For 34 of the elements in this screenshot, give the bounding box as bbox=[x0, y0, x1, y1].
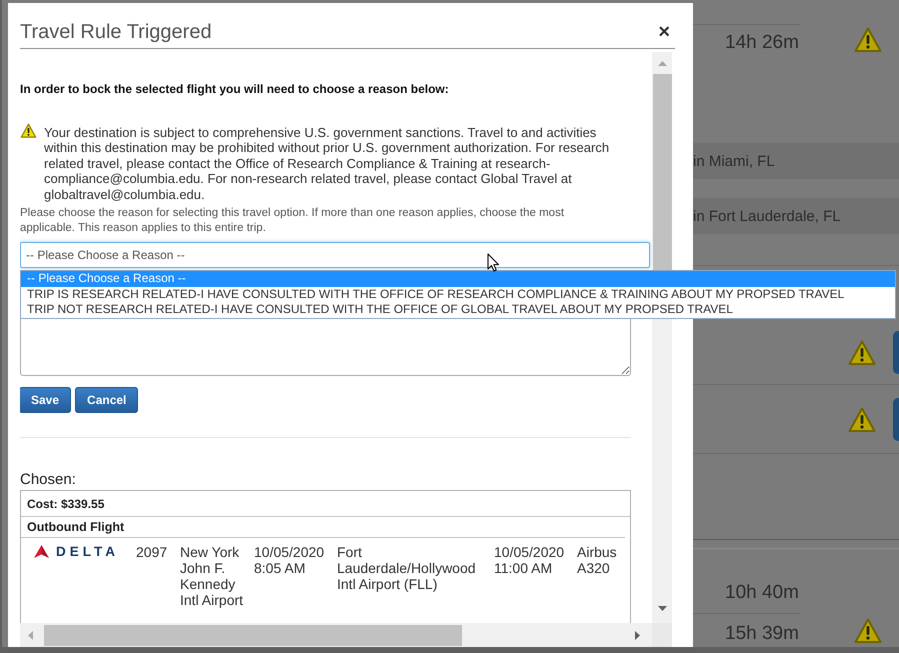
result-action-button[interactable] bbox=[893, 331, 899, 374]
horizontal-scrollbar[interactable] bbox=[20, 623, 652, 647]
arrival-time: 10/05/2020 11:00 AM bbox=[494, 544, 566, 576]
arrival-airport: Fort Lauderdale/Hollywood Intl Airport (FLL) bbox=[337, 544, 477, 592]
form-button[interactable]: Save bbox=[20, 387, 72, 414]
dialog-title: Travel Rule Triggered bbox=[20, 20, 212, 44]
departure-airport: New York John F. Kennedy Intl Airport bbox=[180, 544, 244, 608]
warning-icon bbox=[20, 123, 37, 138]
form-button[interactable]: Cancel bbox=[75, 387, 138, 414]
chosen-heading: Chosen: bbox=[20, 471, 77, 490]
airline-logo-text: DELTA bbox=[56, 544, 119, 560]
duration-text: 14h 26m bbox=[725, 32, 799, 54]
instruction-text: In order to bock the selected flight you will need to choose a reason below: bbox=[20, 81, 450, 97]
scrollbar-thumb[interactable] bbox=[44, 624, 462, 646]
reason-select[interactable]: -- Please Choose a Reason -- bbox=[20, 242, 650, 268]
scroll-down-arrow-icon[interactable] bbox=[658, 606, 666, 611]
layover-bar: in Miami, FL bbox=[693, 143, 899, 179]
cost-text: Cost: $339.55 bbox=[21, 491, 630, 518]
duration-text: 10h 40m bbox=[725, 582, 799, 604]
scroll-right-arrow-icon[interactable] bbox=[635, 630, 640, 640]
warning-message: Your destination is subject to comprehensive U.S. government sanctions. Travel to and activities within this destination may be prohibited without prior U.S. government authorization. For research related travel, please contact the Office of Research Compliance & Training at research-compliance@columbia.edu. For non-research related travel, please contact Global Travel at globaltravel@columbia.edu. bbox=[44, 125, 610, 202]
duration-text: 15h 39m bbox=[725, 623, 799, 645]
result-action-button[interactable] bbox=[893, 398, 899, 441]
close-button[interactable]: × bbox=[658, 22, 670, 42]
departure-time: 10/05/2020 8:05 AM bbox=[254, 544, 326, 576]
aircraft-type: Airbus A320 bbox=[577, 544, 618, 576]
scrollbar-corner bbox=[652, 623, 672, 647]
layover-bar: in Fort Lauderdale, FL bbox=[693, 198, 899, 234]
airline-logo-icon bbox=[34, 545, 49, 558]
flight-number: 2097 bbox=[136, 544, 168, 560]
segment-title: Outbound Flight bbox=[21, 517, 625, 538]
hint-text: Please choose the reason for selecting this travel option. If more than one reason applies, choose the most applicable. This reason applies to this entire trip. bbox=[20, 206, 566, 236]
scroll-up-arrow-icon[interactable] bbox=[658, 61, 666, 66]
scroll-left-arrow-icon[interactable] bbox=[28, 630, 33, 640]
